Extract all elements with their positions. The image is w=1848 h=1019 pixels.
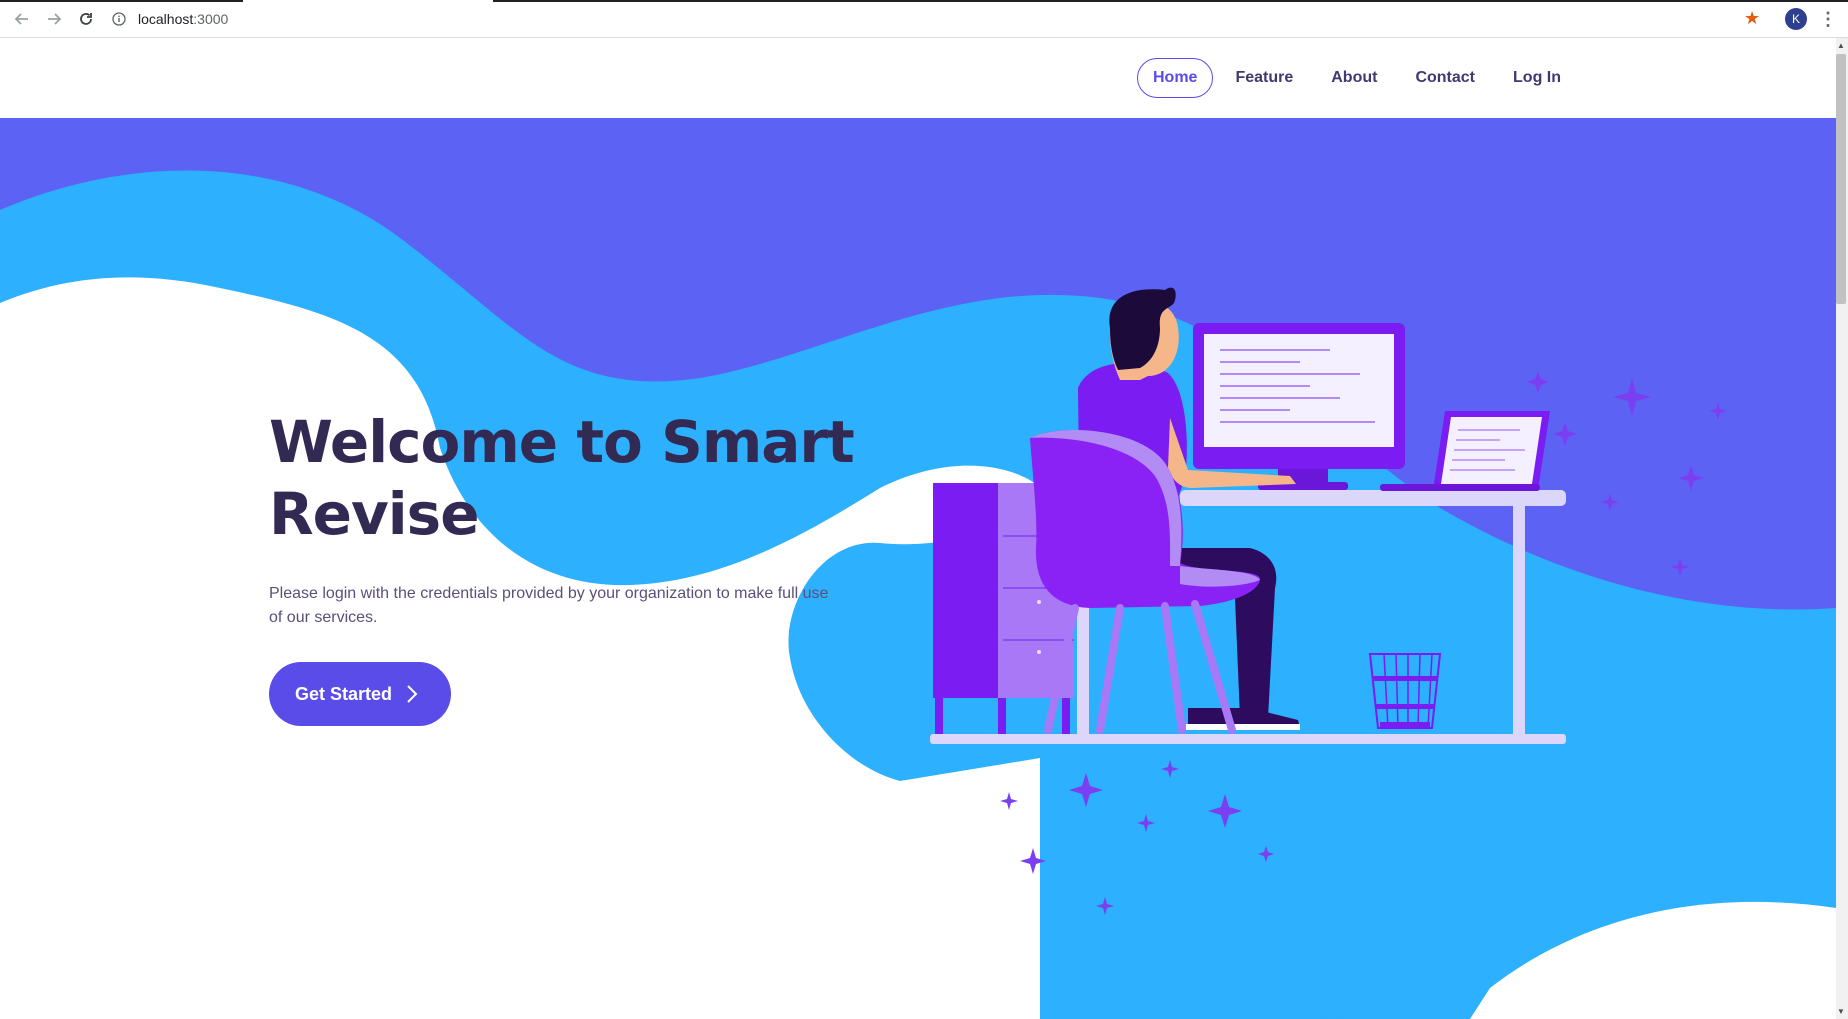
page-scrollbar[interactable]: ▲ ▼: [1834, 38, 1848, 1019]
hero-title: Welcome to Smart Revise: [269, 406, 909, 550]
address-bar[interactable]: localhost:3000: [112, 7, 228, 31]
scroll-down-arrow-icon[interactable]: ▼: [1837, 1007, 1845, 1016]
back-arrow-icon[interactable]: [11, 8, 33, 30]
url-text: localhost:3000: [138, 11, 228, 27]
desk-leg: [1513, 506, 1525, 738]
browser-toolbar: localhost:3000 ★ K ⋮: [0, 0, 1848, 38]
bookmark-star-icon[interactable]: ★: [1744, 8, 1760, 29]
hero-background: [0, 118, 1836, 1019]
get-started-label: Get Started: [295, 683, 393, 704]
hero-subtitle: Please login with the credentials provid…: [269, 585, 829, 626]
nav-about[interactable]: About: [1315, 58, 1393, 98]
desk-top: [1180, 490, 1566, 506]
nav-login[interactable]: Log In: [1497, 58, 1577, 98]
url-host: localhost: [138, 11, 194, 27]
scroll-thumb[interactable]: [1836, 54, 1846, 304]
profile-avatar[interactable]: K: [1785, 8, 1807, 30]
info-icon: [112, 12, 126, 26]
get-started-button[interactable]: Get Started: [269, 662, 451, 726]
floor-platform: [930, 734, 1566, 744]
site-header: Home Feature About Contact Log In: [0, 38, 1836, 118]
chevron-right-icon: [407, 685, 418, 703]
page-content: Home Feature About Contact Log In Welcom…: [0, 38, 1836, 1019]
reload-icon[interactable]: [75, 8, 97, 30]
hero-title-line2: Revise: [269, 480, 480, 548]
nav-home[interactable]: Home: [1137, 58, 1214, 98]
hero-title-line1: Welcome to Smart: [269, 408, 855, 476]
forward-arrow-icon[interactable]: [43, 8, 65, 30]
scroll-up-arrow-icon[interactable]: ▲: [1837, 41, 1845, 50]
nav-contact[interactable]: Contact: [1399, 58, 1491, 98]
main-nav: Home Feature About Contact Log In: [1137, 58, 1583, 98]
nav-feature[interactable]: Feature: [1219, 58, 1309, 98]
tab-strip: [0, 0, 1848, 2]
cabinet: [933, 483, 1003, 698]
url-port: :3000: [193, 11, 229, 27]
kebab-menu-icon[interactable]: ⋮: [1819, 8, 1837, 30]
